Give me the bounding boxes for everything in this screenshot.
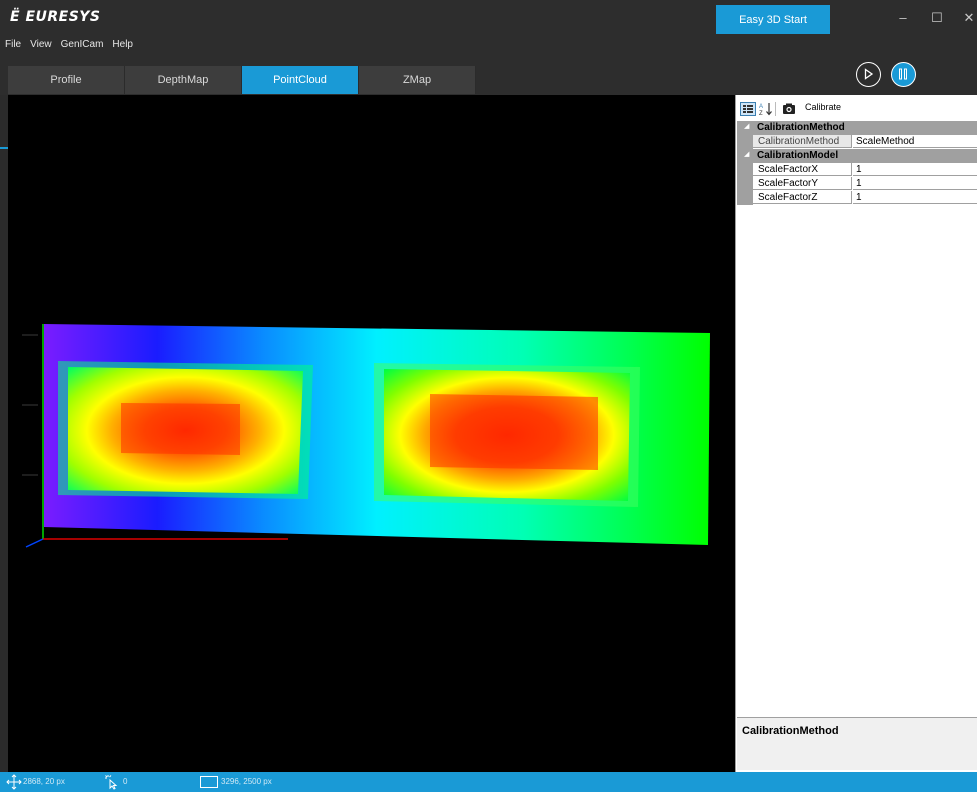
title-bar: Ë EURESYS Easy 3D Start – ☐ ✕ xyxy=(0,0,977,35)
alphabetical-sort-icon[interactable]: A Z xyxy=(759,102,773,116)
image-size-text: 3296, 2500 px xyxy=(221,777,272,786)
category-calibrationmodel[interactable]: ◢ CalibrationModel xyxy=(737,149,977,163)
tab-pointcloud[interactable]: PointCloud xyxy=(242,66,359,94)
move-cursor-icon xyxy=(6,774,22,790)
close-button[interactable]: ✕ xyxy=(954,6,977,30)
easy-3d-start-button[interactable]: Easy 3D Start xyxy=(716,5,830,35)
property-value-scalefactorx[interactable]: 1 xyxy=(853,163,977,176)
property-panel: A Z Calibrate ◢ CalibrationMethod Calibr… xyxy=(735,95,977,772)
menu-genicam[interactable]: GenICam xyxy=(56,36,108,50)
property-value-calibrationmethod[interactable]: ScaleMethod xyxy=(853,135,977,148)
tab-bar: Profile DepthMap PointCloud ZMap xyxy=(0,54,977,149)
property-toolbar: A Z Calibrate xyxy=(736,97,977,121)
menu-view[interactable]: View xyxy=(25,36,56,50)
z-axis-line xyxy=(25,538,44,548)
menu-help[interactable]: Help xyxy=(107,36,137,50)
tab-zmap[interactable]: ZMap xyxy=(359,66,476,94)
svg-text:A: A xyxy=(759,104,763,110)
menu-bar: File View GenICam Help xyxy=(0,34,977,54)
play-button[interactable] xyxy=(856,62,881,87)
toolbar-separator xyxy=(775,102,776,116)
categorized-view-icon[interactable] xyxy=(740,102,756,116)
property-row-scalefactorx[interactable]: ScaleFactorX 1 xyxy=(737,163,977,177)
logo-text: EURESYS xyxy=(25,9,101,25)
category-label: CalibrationMethod xyxy=(757,122,845,133)
left-raised-block xyxy=(58,361,313,499)
right-raised-block xyxy=(374,363,640,507)
row-gutter xyxy=(737,191,753,205)
click-pointer-icon xyxy=(105,775,118,790)
tab-profile[interactable]: Profile xyxy=(8,66,125,94)
pointcloud-render[interactable] xyxy=(8,95,735,772)
image-size-icon xyxy=(200,776,218,788)
camera-icon[interactable] xyxy=(782,102,796,116)
property-row-scalefactory[interactable]: ScaleFactorY 1 xyxy=(737,177,977,191)
axis-ticks xyxy=(22,334,38,476)
logo-e-mark: Ë xyxy=(10,9,26,25)
menu-file[interactable]: File xyxy=(0,36,25,50)
minimize-button[interactable]: – xyxy=(888,6,918,30)
pointcloud-viewport[interactable] xyxy=(8,95,735,772)
pause-button[interactable] xyxy=(891,62,916,87)
property-name: CalibrationMethod xyxy=(753,135,852,148)
status-bar: 2868, 20 px 0 3296, 2500 px xyxy=(0,772,977,792)
property-name: ScaleFactorY xyxy=(753,177,852,190)
row-gutter xyxy=(737,135,753,149)
category-calibrationmethod[interactable]: ◢ CalibrationMethod xyxy=(737,121,977,135)
svg-text:Z: Z xyxy=(759,111,763,116)
euresys-logo: Ë EURESYS xyxy=(10,9,101,25)
collapse-caret-icon[interactable]: ◢ xyxy=(744,150,749,158)
property-value-scalefactory[interactable]: 1 xyxy=(853,177,977,190)
property-row-calibrationmethod[interactable]: CalibrationMethod ScaleMethod xyxy=(737,135,977,149)
row-gutter xyxy=(737,163,753,177)
selection-count-text: 0 xyxy=(123,777,128,786)
property-description-box: CalibrationMethod xyxy=(737,717,977,770)
tab-depthmap[interactable]: DepthMap xyxy=(125,66,242,94)
row-gutter xyxy=(737,177,753,191)
collapse-caret-icon[interactable]: ◢ xyxy=(744,122,749,130)
category-label: CalibrationModel xyxy=(757,150,839,161)
property-name: ScaleFactorZ xyxy=(753,191,852,204)
property-grid: ◢ CalibrationMethod CalibrationMethod Sc… xyxy=(737,121,977,205)
cursor-position-text: 2868, 20 px xyxy=(23,777,65,786)
view-tabs: Profile DepthMap PointCloud ZMap xyxy=(8,66,476,94)
property-row-scalefactorz[interactable]: ScaleFactorZ 1 xyxy=(737,191,977,205)
play-icon xyxy=(864,68,874,80)
property-value-scalefactorz[interactable]: 1 xyxy=(853,191,977,204)
pause-icon xyxy=(899,68,907,80)
calibrate-button[interactable]: Calibrate xyxy=(805,102,841,112)
maximize-button[interactable]: ☐ xyxy=(922,6,952,30)
description-title: CalibrationMethod xyxy=(742,725,839,737)
property-name: ScaleFactorX xyxy=(753,163,852,176)
